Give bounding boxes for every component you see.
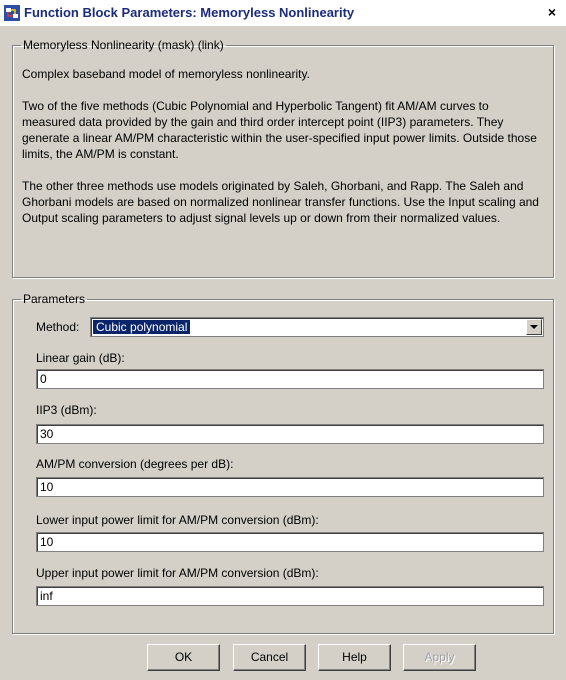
lower-limit-label: Lower input power limit for AM/PM conver…	[36, 513, 319, 527]
linear-gain-field[interactable]	[36, 369, 544, 389]
method-selected-value: Cubic polynomial	[91, 319, 192, 335]
method-label: Method:	[36, 320, 80, 334]
linear-gain-label: Linear gain (dB):	[36, 351, 125, 365]
upper-limit-field[interactable]	[36, 586, 544, 606]
iip3-field[interactable]	[36, 424, 544, 444]
help-button[interactable]: Help	[318, 644, 391, 671]
close-icon[interactable]: ×	[544, 4, 560, 20]
mask-group-title: Memoryless Nonlinearity (mask) (link)	[23, 38, 224, 52]
chevron-down-icon[interactable]	[526, 319, 542, 335]
mask-description-summary: Complex baseband model of memoryless non…	[22, 67, 310, 81]
ampm-conversion-field[interactable]	[36, 477, 544, 497]
parameters-group-title: Parameters	[23, 292, 86, 306]
mask-description-models: The other three methods use models origi…	[22, 179, 539, 225]
apply-button[interactable]: Apply	[403, 644, 476, 671]
ampm-conversion-label: AM/PM conversion (degrees per dB):	[36, 457, 234, 471]
upper-limit-label: Upper input power limit for AM/PM conver…	[36, 566, 319, 580]
lower-limit-field[interactable]	[36, 532, 544, 552]
simulink-block-icon	[4, 5, 20, 21]
mask-description-methods: Two of the five methods (Cubic Polynomia…	[22, 99, 537, 161]
cancel-button[interactable]: Cancel	[233, 644, 306, 671]
title-bar: Function Block Parameters: Memoryless No…	[0, 0, 566, 26]
method-select[interactable]: Cubic polynomial	[90, 317, 544, 337]
iip3-label: IIP3 (dBm):	[36, 403, 97, 417]
ok-button[interactable]: OK	[147, 644, 220, 671]
window-title: Function Block Parameters: Memoryless No…	[24, 5, 355, 20]
